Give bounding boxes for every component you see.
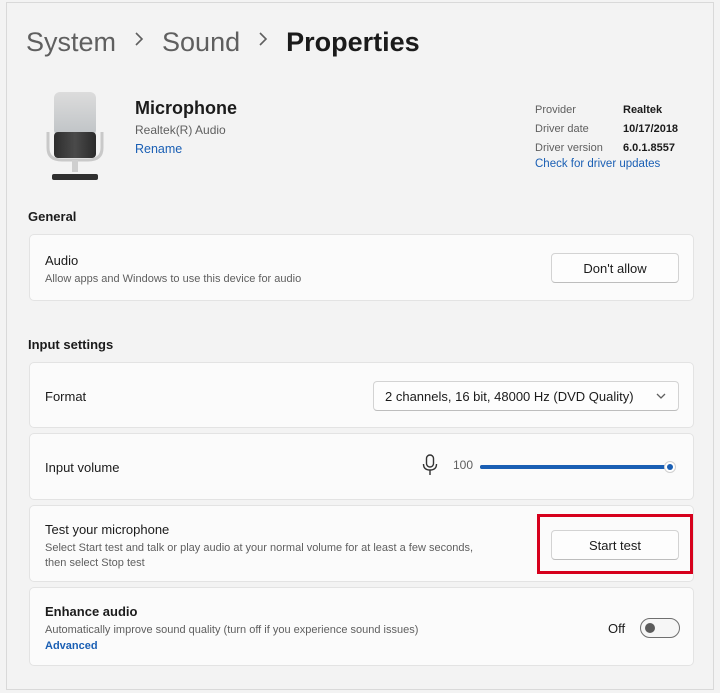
driver-info-row: Driver date 10/17/2018: [535, 119, 678, 138]
breadcrumb-system[interactable]: System: [26, 27, 116, 58]
test-microphone-title: Test your microphone: [45, 522, 170, 537]
input-volume-slider[interactable]: [480, 465, 670, 469]
input-volume-slider-thumb[interactable]: [664, 461, 676, 473]
page-title: Properties: [286, 26, 420, 57]
section-title-general: General: [28, 209, 77, 224]
enhance-audio-toggle[interactable]: [640, 618, 680, 638]
driver-info-key: Driver date: [535, 122, 589, 135]
enhance-audio-title: Enhance audio: [45, 604, 138, 619]
rename-link[interactable]: Rename: [135, 142, 182, 156]
advanced-link[interactable]: Advanced: [45, 639, 98, 654]
format-card: Format 2 channels, 16 bit, 48000 Hz (DVD…: [29, 362, 694, 428]
microphone-icon[interactable]: [422, 454, 438, 476]
driver-info-value: Realtek: [623, 103, 663, 116]
test-microphone-description-line2: then select Stop test: [45, 557, 145, 569]
chevron-right-icon: [258, 31, 268, 52]
device-driver-name: Realtek(R) Audio: [135, 123, 226, 137]
input-volume-value: 100: [453, 458, 474, 472]
input-volume-card: Input volume 100: [29, 433, 694, 500]
enhance-audio-card: Enhance audio Automatically improve soun…: [29, 587, 694, 666]
section-title-input-settings: Input settings: [28, 337, 114, 352]
input-volume-slider-fill: [480, 465, 670, 469]
chevron-down-icon: [656, 393, 666, 399]
audio-description: Allow apps and Windows to use this devic…: [45, 273, 302, 285]
microphone-device-icon: [40, 88, 110, 184]
device-name: Microphone: [135, 98, 237, 118]
toggle-knob: [645, 623, 655, 633]
audio-title: Audio: [45, 253, 79, 268]
format-dropdown[interactable]: 2 channels, 16 bit, 48000 Hz (DVD Qualit…: [373, 381, 679, 411]
driver-info-row: Provider Realtek: [535, 100, 678, 119]
input-volume-title: Input volume: [45, 460, 120, 475]
format-title: Format: [45, 389, 87, 404]
dont-allow-button[interactable]: Don't allow: [551, 253, 679, 283]
driver-info-key: Driver version: [535, 141, 603, 154]
driver-info-key: Provider: [535, 103, 576, 116]
enhance-audio-toggle-label: Off: [608, 621, 626, 636]
driver-info-row: Driver version 6.0.1.8557: [535, 138, 678, 157]
test-microphone-description-line1: Select Start test and talk or play audio…: [45, 542, 473, 554]
format-selected-value: 2 channels, 16 bit, 48000 Hz (DVD Qualit…: [385, 388, 634, 404]
audio-card: Audio Allow apps and Windows to use this…: [29, 234, 694, 301]
driver-info-value: 10/17/2018: [623, 122, 679, 135]
driver-info: Provider Realtek Driver date 10/17/2018 …: [535, 100, 678, 157]
check-driver-updates-link[interactable]: Check for driver updates: [535, 158, 660, 170]
breadcrumb: System Sound Properties: [26, 24, 420, 60]
enhance-audio-description: Automatically improve sound quality (tur…: [45, 624, 419, 636]
highlight-box: [537, 514, 693, 574]
chevron-right-icon: [134, 31, 144, 52]
breadcrumb-sound[interactable]: Sound: [162, 27, 240, 58]
driver-info-value: 6.0.1.8557: [623, 141, 675, 154]
